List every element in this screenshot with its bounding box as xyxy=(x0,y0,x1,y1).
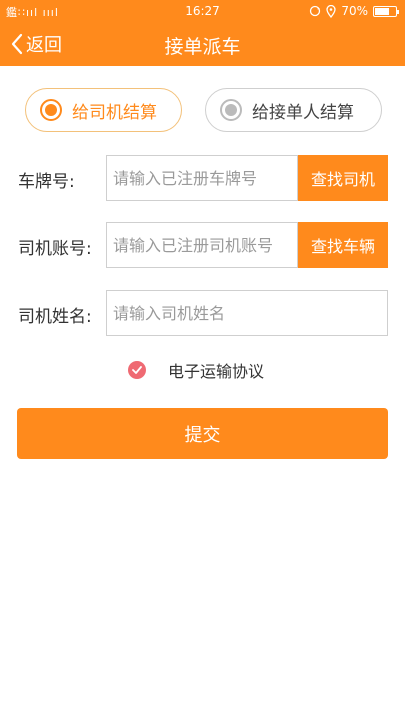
driver-account-row: 司机账号: 查找车辆 xyxy=(0,222,405,268)
settle-to-driver-option[interactable]: 给司机结算 xyxy=(25,88,182,132)
submit-button[interactable]: 提交 xyxy=(17,408,388,459)
plate-row: 车牌号: 查找司机 xyxy=(0,155,405,201)
battery-fill xyxy=(375,7,389,15)
check-icon xyxy=(128,361,146,379)
find-vehicle-button[interactable]: 查找车辆 xyxy=(298,222,388,268)
settlement-mode-group: 给司机结算 给接单人结算 xyxy=(0,88,405,134)
status-bar: 鑑∷ııl ıııl 16:27 70% xyxy=(0,0,405,22)
settle-to-driver-label: 给司机结算 xyxy=(72,102,157,123)
location-icon xyxy=(326,4,336,18)
driver-name-label: 司机姓名: xyxy=(18,307,92,327)
radio-selected-icon xyxy=(40,99,62,121)
status-right: 70% xyxy=(309,4,399,18)
settle-to-receiver-option[interactable]: 给接单人结算 xyxy=(205,88,382,132)
sync-icon xyxy=(310,5,321,17)
driver-name-row: 司机姓名: xyxy=(0,290,405,336)
driver-name-input[interactable] xyxy=(106,290,388,336)
agreement-label: 电子运输协议 xyxy=(168,362,265,381)
settle-to-receiver-label: 给接单人结算 xyxy=(252,102,354,123)
battery-icon xyxy=(373,5,399,17)
page-title: 接单派车 xyxy=(164,36,241,58)
plate-input[interactable] xyxy=(106,155,298,201)
find-driver-button[interactable]: 查找司机 xyxy=(298,155,388,201)
agreement-toggle[interactable]: 电子运输协议 xyxy=(128,358,264,382)
radio-unselected-icon xyxy=(220,99,242,121)
driver-account-label: 司机账号: xyxy=(18,239,92,259)
nav-bar: 返回 接单派车 xyxy=(0,22,405,66)
driver-account-input[interactable] xyxy=(106,222,298,268)
battery-percent: 70% xyxy=(341,4,368,18)
plate-label: 车牌号: xyxy=(18,172,75,192)
